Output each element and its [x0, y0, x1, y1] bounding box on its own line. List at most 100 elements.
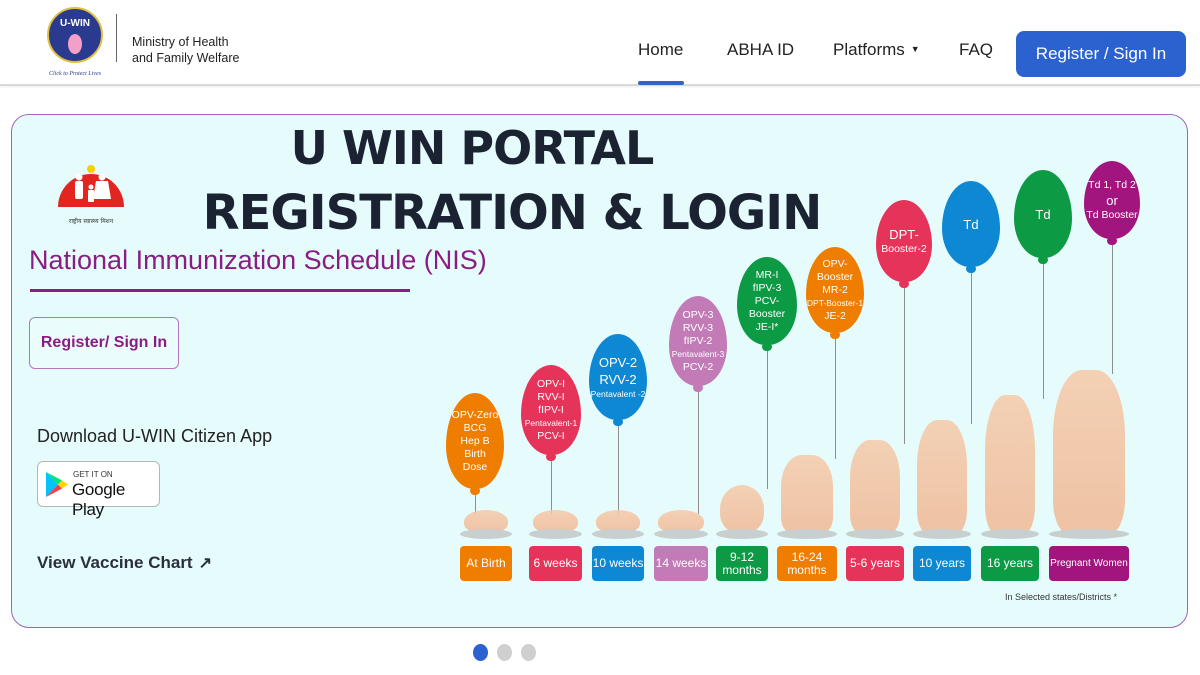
vaccine-name: MR-I [755, 268, 779, 281]
google-play-big-text: Google Play [72, 480, 126, 519]
age-label: 5-6 years [846, 546, 904, 581]
vaccine-name: PCV-Booster [748, 294, 786, 320]
balloon-knot [613, 419, 623, 426]
age-label: At Birth [460, 546, 512, 581]
figure-shadow [716, 529, 768, 539]
vaccine-name: or [1106, 192, 1118, 208]
age-label: 16-24 months [777, 546, 837, 581]
vaccine-balloon: DPT- Booster-2 [876, 200, 932, 288]
vaccine-name: Td Booster [1086, 208, 1138, 221]
child-figure [781, 455, 833, 533]
figure-shadow [460, 529, 512, 539]
balloon-knot [762, 344, 772, 351]
child-figure [850, 440, 900, 533]
vaccine-name: OPV-I [536, 377, 565, 390]
nav-abha-id[interactable]: ABHA ID [727, 40, 794, 60]
vaccine-name: RVV-I [537, 390, 565, 403]
balloon-string [1112, 243, 1113, 374]
uwin-logo[interactable]: U-WIN Click to Protect Lives [42, 4, 108, 78]
child-figure [1053, 370, 1125, 533]
nav-home[interactable]: Home [638, 40, 683, 60]
balloon-knot [546, 454, 556, 461]
nav-faq[interactable]: FAQ [959, 40, 993, 60]
age-label: 10 weeks [592, 546, 644, 581]
figure-shadow [1049, 529, 1129, 539]
vaccine-name: DPT-Booster-1 [806, 297, 864, 308]
nav-platforms-label: Platforms [833, 40, 905, 59]
nis-heading: National Immunization Schedule (NIS) [29, 245, 487, 275]
carousel-indicators [473, 644, 536, 661]
balloon-string [1043, 262, 1044, 399]
figure-shadow [777, 529, 837, 539]
balloon-knot [830, 332, 840, 339]
vaccine-name: Hep B [460, 434, 490, 447]
view-vaccine-chart-link[interactable]: View Vaccine Chart ↗ [37, 553, 212, 573]
site-header: U-WIN Click to Protect Lives Ministry of… [0, 0, 1200, 86]
logo-divider [116, 14, 117, 62]
figure-shadow [592, 529, 644, 539]
nis-underline [30, 289, 410, 292]
google-play-badge[interactable]: GET IT ON Google Play [37, 461, 160, 519]
vaccine-name: PCV-2 [682, 360, 714, 373]
vaccine-balloon: Td [1014, 170, 1072, 264]
ministry-name: Ministry of Health and Family Welfare [132, 34, 239, 66]
balloon-knot [899, 281, 909, 288]
vaccine-name: Dose [462, 460, 488, 473]
figure-shadow [846, 529, 904, 539]
vaccine-name: OPV-2 [598, 354, 638, 370]
vaccine-name: Pentavalent -2 [590, 388, 646, 399]
vaccine-balloon: OPV-3 RVV-3 fIPV-2 Pentavalent-3 PCV-2 [669, 296, 727, 392]
register-signin-button[interactable]: Register / Sign In [1016, 31, 1186, 77]
vaccine-name: MR-2 [822, 283, 848, 296]
svg-text:U-WIN: U-WIN [60, 18, 90, 29]
nav-platforms[interactable]: Platforms ▼ [833, 40, 920, 60]
vaccine-balloon: Td [942, 181, 1000, 273]
age-label: 16 years [981, 546, 1039, 581]
caret-down-icon: ▼ [910, 44, 920, 54]
vaccine-name: OPV-Booster [816, 257, 854, 283]
hero-banner: राष्ट्रीय स्वास्थ्य मिशन U WIN PORTAL RE… [11, 114, 1188, 628]
figure-shadow [529, 529, 582, 539]
balloon-string [551, 459, 552, 514]
vaccine-name: OPV-Zero [451, 408, 499, 421]
vaccine-name: RVV-3 [682, 321, 714, 334]
vaccine-name: Td 1, Td 2 [1088, 178, 1136, 191]
google-play-icon [46, 472, 68, 497]
vaccine-name: RVV-2 [599, 371, 637, 387]
balloon-knot [1107, 238, 1117, 245]
download-app-text: Download U-WIN Citizen App [37, 426, 273, 446]
balloon-string [618, 424, 619, 514]
figure-shadow [913, 529, 971, 539]
vaccine-name: Birth [464, 447, 486, 460]
vaccine-balloon: OPV-I RVV-I fIPV-I Pentavalent-1 PCV-I [521, 365, 581, 461]
vaccine-name: Pentavalent-1 [524, 417, 578, 428]
vaccine-balloon: Td 1, Td 2 or Td Booster [1084, 161, 1140, 245]
balloon-string [971, 271, 972, 424]
carousel-dot-2[interactable] [497, 644, 512, 661]
age-label: Pregnant Women [1049, 546, 1129, 581]
banner-title-line1: U WIN PORTAL [290, 121, 655, 175]
svg-text:Click to Protect Lives: Click to Protect Lives [49, 71, 102, 77]
vaccine-name: BCG [463, 421, 487, 434]
banner-title-line2: REGISTRATION & LOGIN [202, 185, 823, 241]
carousel-dot-3[interactable] [521, 644, 536, 661]
balloon-string [835, 337, 836, 459]
balloon-string [904, 286, 905, 444]
vaccine-name: fIPV-I [538, 403, 564, 416]
vaccine-name: OPV-3 [682, 308, 714, 321]
vaccine-name: fIPV-2 [683, 334, 713, 347]
balloon-knot [966, 266, 976, 273]
vaccine-name: fIPV-3 [752, 281, 782, 294]
vaccine-name: JE-I* [755, 320, 779, 333]
vaccine-name: Td [1035, 206, 1051, 222]
vaccine-name: Pentavalent-3 [671, 348, 725, 359]
vaccine-name: PCV-I [537, 429, 565, 442]
banner-register-button[interactable]: Register/ Sign In [29, 317, 179, 369]
google-play-small-text: GET IT ON [73, 470, 113, 479]
age-label: 14 weeks [654, 546, 708, 581]
carousel-dot-1[interactable] [473, 644, 488, 661]
footnote: In Selected states/Districts * [1005, 592, 1118, 602]
balloon-string [698, 390, 699, 514]
balloon-knot [1038, 257, 1048, 264]
age-label: 6 weeks [529, 546, 582, 581]
